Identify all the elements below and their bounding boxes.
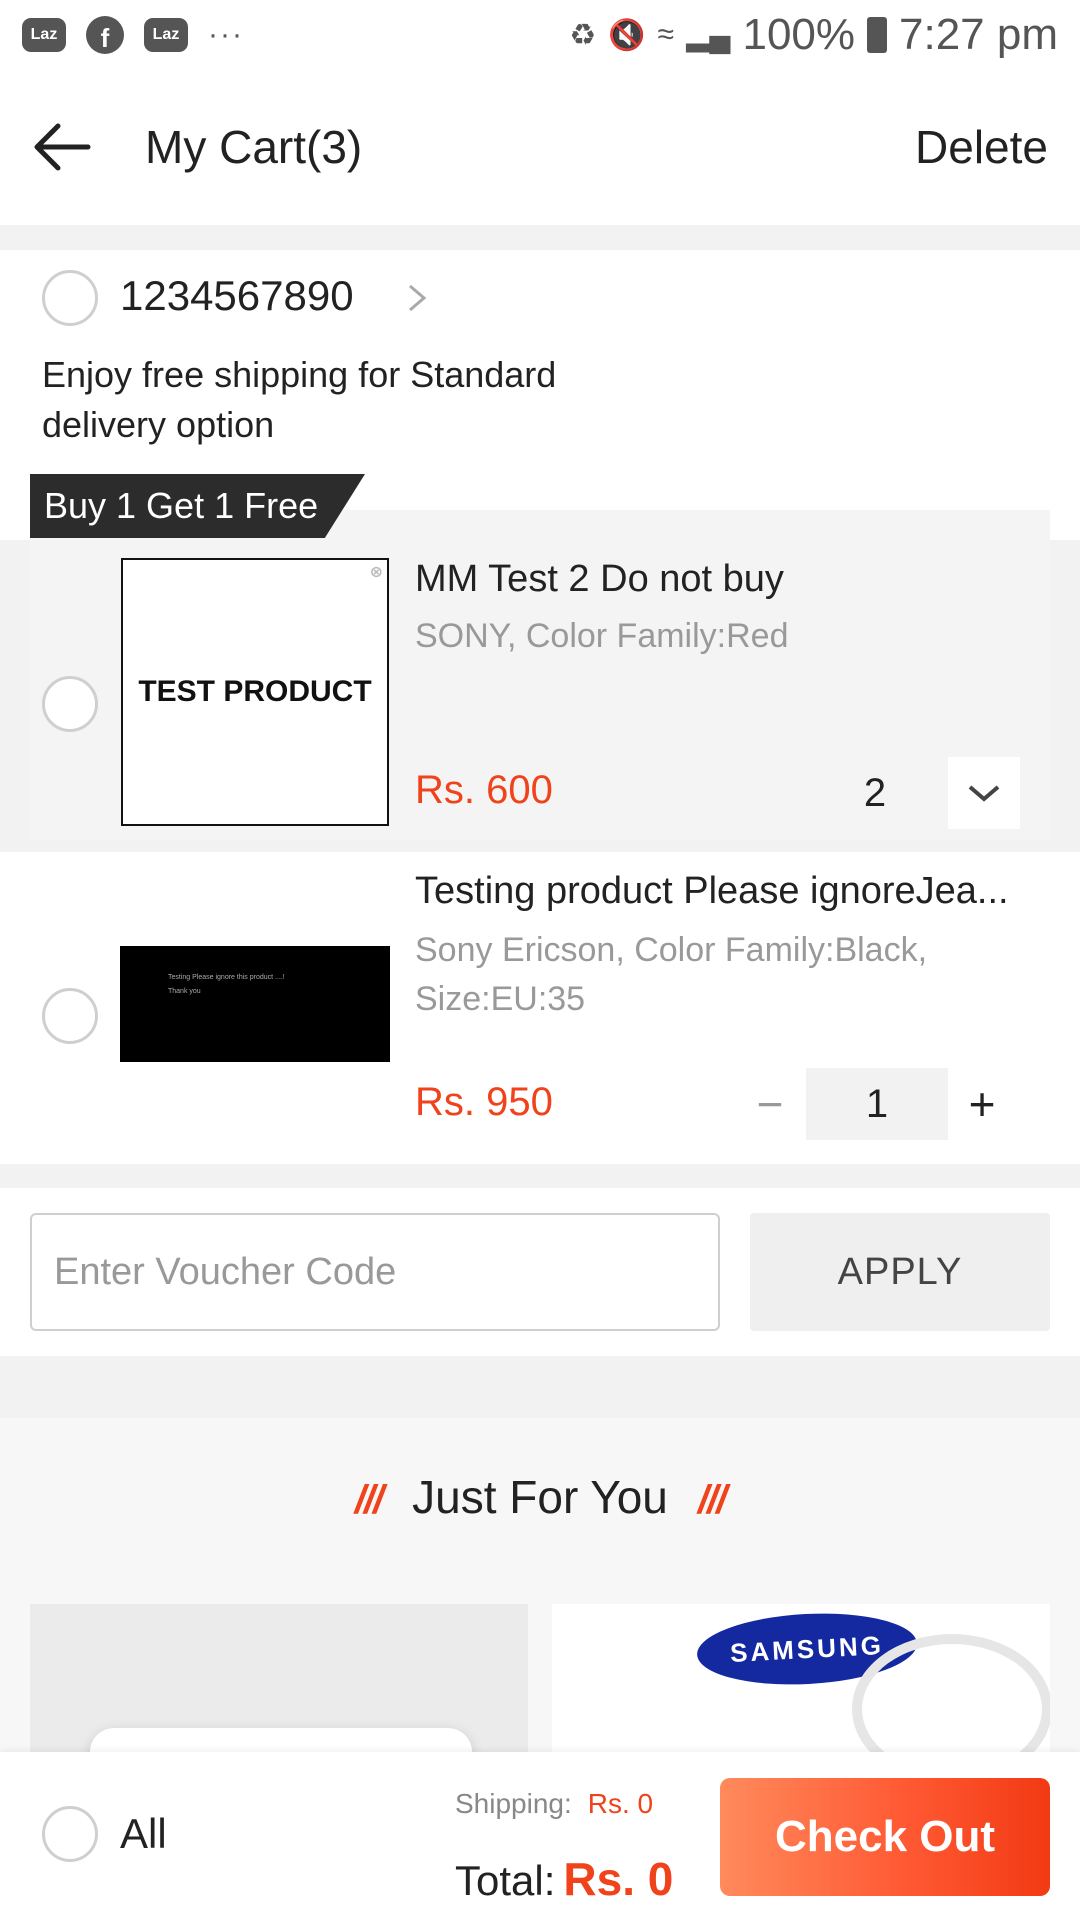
promo-tag: Buy 1 Get 1 Free [30,474,365,538]
chevron-right-icon[interactable] [402,280,432,316]
back-arrow-icon[interactable] [32,122,92,172]
apply-voucher-button[interactable]: APPLY [750,1213,1050,1331]
select-all-radio[interactable] [42,1806,98,1862]
checkout-button[interactable]: Check Out [720,1778,1050,1896]
section-heading: /// Just For You /// [0,1470,1080,1524]
page-title: My Cart(3) [145,121,363,173]
battery-icon [867,17,888,53]
total-value: Rs. 0 [563,1853,674,1905]
increase-quantity-button[interactable]: + [952,1068,1012,1140]
quantity-select[interactable]: 2 [805,757,1020,829]
product-variant: Sony Ericson, Color Family:Black, Size:E… [415,931,928,1018]
product-image-text: Thank you [168,988,201,995]
total-label: Total: [455,1857,556,1904]
lazada-app-icon-2: Laz [144,18,188,52]
shop-select-radio[interactable] [42,270,98,326]
section-title: Just For You [412,1471,668,1523]
chevron-down-icon[interactable] [948,757,1020,829]
quantity-stepper: − 1 + [740,1068,1030,1140]
product-image[interactable]: Testing Please ignore this product ....!… [120,946,390,1062]
mute-icon: 🔇 [608,18,646,52]
quantity-value[interactable]: 1 [806,1068,948,1140]
product-variant: SONY, Color Family:Red [415,617,789,655]
item-select-radio[interactable] [42,988,98,1044]
shipping-summary: Shipping: Rs. 0 [455,1788,653,1820]
status-bar: Laz f Laz ··· ♻ 🔇 ≈ ▂▄ 100% 7:27 pm [0,0,1080,70]
wifi-icon: ≈ [657,18,675,51]
battery-saver-icon: ♻ [569,18,597,52]
product-image[interactable]: TEST PRODUCT ⊗ [121,558,389,826]
product-image-text: TEST PRODUCT [138,675,372,708]
free-shipping-note: Enjoy free shipping for Standard deliver… [42,354,557,445]
more-notifications-icon: ··· [208,18,244,51]
decoration: /// [697,1478,727,1522]
item-select-radio[interactable] [42,676,98,732]
delete-button[interactable]: Delete [915,120,1048,174]
product-price: Rs. 600 [415,768,553,812]
shipping-value: Rs. 0 [587,1788,654,1819]
shop-name[interactable]: 1234567890 [120,272,354,320]
product-price: Rs. 950 [415,1080,553,1124]
close-icon: ⊗ [369,564,383,581]
voucher-code-input[interactable] [30,1213,720,1331]
quantity-value: 2 [863,770,887,815]
signal-icon: ▂▄ [686,18,731,52]
product-image-text: Testing Please ignore this product ....! [168,974,285,981]
cart-header: My Cart(3) Delete [0,70,1080,225]
decoration: /// [354,1478,384,1522]
clock: 7:27 pm [899,10,1058,59]
product-title[interactable]: MM Test 2 Do not buy [415,558,784,601]
battery-percent: 100% [742,10,856,59]
product-title[interactable]: Testing product Please ignoreJea... [415,870,1009,913]
facebook-icon: f [86,16,124,54]
shipping-label: Shipping: [455,1788,572,1819]
select-all-label[interactable]: All [120,1810,167,1858]
lazada-app-icon: Laz [22,18,66,52]
total-summary: Total: Rs. 0 [455,1852,673,1906]
decrease-quantity-button[interactable]: − [740,1068,800,1140]
